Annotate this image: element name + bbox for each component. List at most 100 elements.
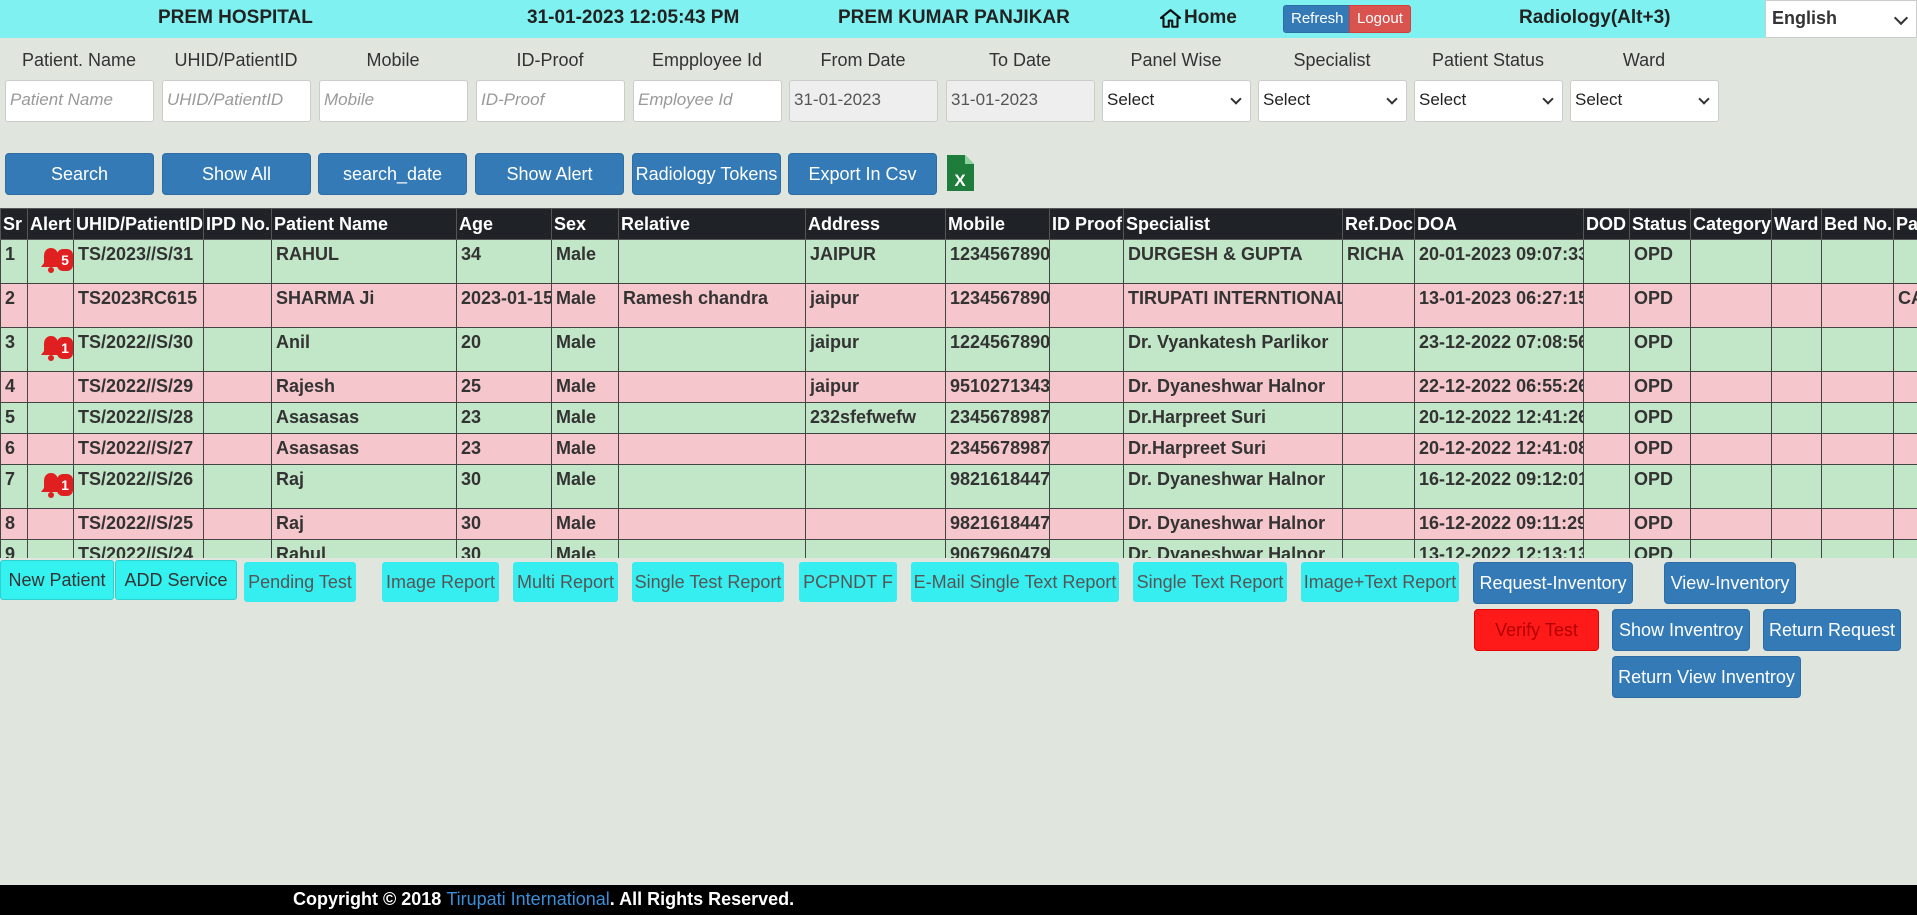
return-request-button[interactable]: Return Request [1763, 609, 1901, 651]
col-header-refdoc[interactable]: Ref.Doc [1342, 208, 1415, 240]
home-link[interactable]: Home [1160, 7, 1237, 29]
return-view-inventory-button[interactable]: Return View Inventroy [1612, 656, 1801, 698]
col-header-relative[interactable]: Relative [618, 208, 806, 240]
image-text-report-button[interactable]: Image+Text Report [1301, 562, 1459, 602]
verify-test-button[interactable]: Verify Test [1474, 609, 1599, 651]
table-row[interactable]: 4 TS/2022//S/29 Rajesh 25 Male jaipur 95102713… [0, 371, 1917, 403]
col-header-address[interactable]: Address [805, 208, 946, 240]
table-header-row: Sr Alert UHID/PatientID IPD No. Patient … [0, 208, 1917, 240]
add-service-button[interactable]: ADD Service [115, 560, 237, 600]
cell-sex: Male [551, 283, 619, 328]
col-header-sr[interactable]: Sr [0, 208, 28, 240]
cell-alert[interactable]: 5 [27, 239, 74, 284]
col-header-idproof[interactable]: ID Proof [1049, 208, 1124, 240]
col-header-ward[interactable]: Ward [1771, 208, 1822, 240]
cell-sr: 8 [0, 508, 28, 540]
table-row[interactable]: 3 1 TS/2022//S/30 Anil 20 Male jaipur 122456789… [0, 327, 1917, 372]
employee-id-input[interactable]: Employee Id [633, 80, 782, 122]
cell-ward [1771, 508, 1822, 540]
col-header-status[interactable]: Status [1629, 208, 1691, 240]
show-inventory-button[interactable]: Show Inventroy [1612, 609, 1750, 651]
alert-badge[interactable]: 5 [32, 244, 73, 278]
col-header-doa[interactable]: DOA [1414, 208, 1584, 240]
col-header-mobile[interactable]: Mobile [945, 208, 1050, 240]
idproof-input[interactable]: ID-Proof [476, 80, 625, 122]
filter-label-from-date: From Date [820, 50, 906, 70]
table-row[interactable]: 1 5 TS/2023//S/31 RAHUL 34 Male JAIPUR 12345678… [0, 239, 1917, 284]
ward-select[interactable]: Select [1570, 80, 1719, 122]
col-header-sex[interactable]: Sex [551, 208, 619, 240]
from-date-input[interactable]: 31-01-2023 [789, 80, 938, 122]
cell-ipd [203, 433, 272, 465]
alert-badge[interactable]: 1 [32, 469, 73, 503]
pending-test-button[interactable]: Pending Test [244, 562, 356, 602]
col-header-uhid[interactable]: UHID/PatientID [73, 208, 204, 240]
cell-alert [27, 402, 74, 434]
search-date-button[interactable]: search_date [318, 153, 467, 195]
export-csv-button[interactable]: Export In Csv [788, 153, 937, 195]
cell-status: OPD [1629, 464, 1691, 509]
col-header-dod[interactable]: DOD [1583, 208, 1630, 240]
cell-address: JAIPUR [805, 239, 946, 284]
chevron-down-icon [1698, 93, 1710, 105]
patient-table-container[interactable]: Sr Alert UHID/PatientID IPD No. Patient … [0, 208, 1917, 558]
patient-name-input[interactable]: Patient Name [5, 80, 154, 122]
table-row[interactable]: 6 TS/2022//S/27 Asasasas 23 Male 2345678987 Dr… [0, 433, 1917, 465]
table-row[interactable]: 7 1 TS/2022//S/26 Raj 30 Male 9821618447 Dr. Dy… [0, 464, 1917, 509]
table-row[interactable]: 8 TS/2022//S/25 Raj 30 Male 9821618447 Dr. Dya… [0, 508, 1917, 540]
cell-address: jaipur [805, 371, 946, 403]
excel-icon[interactable]: X [945, 154, 975, 192]
cell-idproof [1049, 239, 1124, 284]
search-button[interactable]: Search [5, 153, 154, 195]
mobile-input[interactable]: Mobile [319, 80, 468, 122]
cell-ward [1771, 539, 1822, 558]
cell-alert [27, 539, 74, 558]
show-alert-button[interactable]: Show Alert [475, 153, 624, 195]
panel-select[interactable]: Select [1102, 80, 1251, 122]
image-report-button[interactable]: Image Report [382, 562, 499, 602]
logout-button[interactable]: Logout [1349, 5, 1411, 33]
cell-address: jaipur [805, 327, 946, 372]
cell-uhid: TS/2022//S/27 [73, 433, 204, 465]
cell-mobile: 2345678987 [945, 433, 1050, 465]
cell-relative [618, 508, 806, 540]
new-patient-button[interactable]: New Patient [0, 560, 114, 600]
patient-status-select[interactable]: Select [1414, 80, 1563, 122]
alert-badge[interactable]: 1 [32, 332, 73, 366]
excel-icon-letter: X [954, 171, 966, 190]
cell-mobile: 2345678987 [945, 402, 1050, 434]
col-header-ipd[interactable]: IPD No. [203, 208, 272, 240]
refresh-button[interactable]: Refresh [1283, 5, 1352, 33]
col-header-bed[interactable]: Bed No. [1821, 208, 1894, 240]
single-test-report-button[interactable]: Single Test Report [632, 562, 784, 602]
cell-doa: 20-12-2022 12:41:08 [1414, 433, 1584, 465]
show-all-button[interactable]: Show All [162, 153, 311, 195]
cell-alert[interactable]: 1 [27, 327, 74, 372]
pcpndt-button[interactable]: PCPNDT F [799, 562, 897, 602]
col-header-category[interactable]: Category [1690, 208, 1772, 240]
col-header-specialist[interactable]: Specialist [1123, 208, 1343, 240]
cell-age: 23 [456, 433, 552, 465]
view-inventory-button[interactable]: View-Inventory [1664, 562, 1796, 604]
table-row[interactable]: 2 TS2023RC615 SHARMA Ji 2023-01-15 Male Rames… [0, 283, 1917, 328]
cell-sr: 4 [0, 371, 28, 403]
multi-report-button[interactable]: Multi Report [513, 562, 618, 602]
language-select[interactable]: English [1765, 0, 1917, 38]
col-header-age[interactable]: Age [456, 208, 552, 240]
cell-specialist: Dr. Dyaneshwar Halnor [1123, 539, 1343, 558]
specialist-select[interactable]: Select [1258, 80, 1407, 122]
cell-refdoc [1342, 402, 1415, 434]
radiology-tokens-button[interactable]: Radiology Tokens [632, 153, 781, 195]
uhid-input[interactable]: UHID/PatientID [162, 80, 311, 122]
email-single-text-report-button[interactable]: E-Mail Single Text Report [911, 562, 1119, 602]
col-header-alert[interactable]: Alert [27, 208, 74, 240]
request-inventory-button[interactable]: Request-Inventory [1473, 562, 1633, 604]
col-header-pa[interactable]: Pa [1893, 208, 1917, 240]
table-row[interactable]: 9 TS/2022//S/24 Rahul 30 Male 9067960479 Dr. D… [0, 539, 1917, 558]
col-header-patient-name[interactable]: Patient Name [271, 208, 457, 240]
cell-alert[interactable]: 1 [27, 464, 74, 509]
single-text-report-button[interactable]: Single Text Report [1133, 562, 1287, 602]
table-row[interactable]: 5 TS/2022//S/28 Asasasas 23 Male 232sfefwefw 2… [0, 402, 1917, 434]
to-date-input[interactable]: 31-01-2023 [946, 80, 1095, 122]
footer-company-link[interactable]: Tirupati International [446, 889, 609, 909]
